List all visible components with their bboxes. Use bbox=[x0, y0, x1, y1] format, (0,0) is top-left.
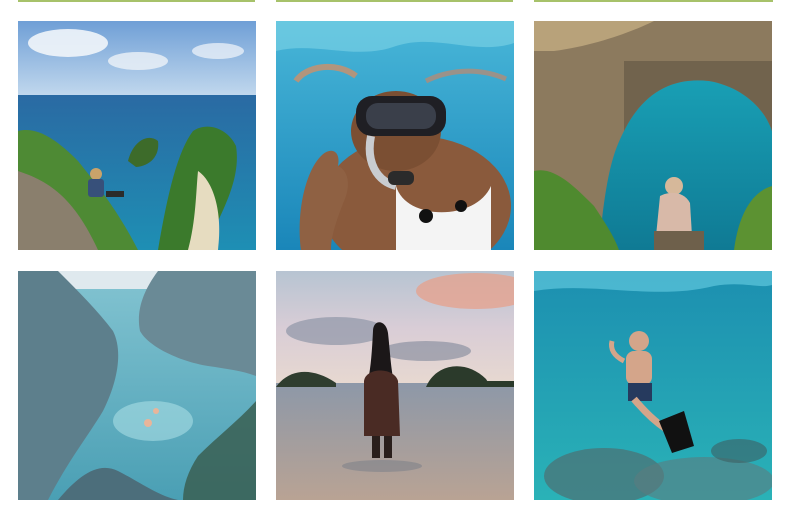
gallery-photo-6[interactable] bbox=[534, 271, 772, 500]
gallery-photo-5[interactable] bbox=[276, 271, 514, 500]
gallery-photo-3[interactable] bbox=[534, 21, 772, 250]
landscape-image bbox=[276, 271, 514, 500]
accent-divider-2 bbox=[276, 0, 513, 2]
accent-divider-1 bbox=[18, 0, 255, 2]
landscape-image bbox=[534, 21, 772, 250]
instagram-gallery bbox=[0, 0, 790, 520]
gallery-photo-1[interactable] bbox=[18, 21, 256, 250]
landscape-image bbox=[18, 21, 256, 250]
landscape-image bbox=[18, 271, 256, 500]
accent-divider-3 bbox=[534, 0, 773, 2]
gallery-photo-2[interactable] bbox=[276, 21, 514, 250]
underwater-image bbox=[534, 271, 772, 500]
underwater-image bbox=[276, 21, 514, 250]
gallery-photo-4[interactable] bbox=[18, 271, 256, 500]
